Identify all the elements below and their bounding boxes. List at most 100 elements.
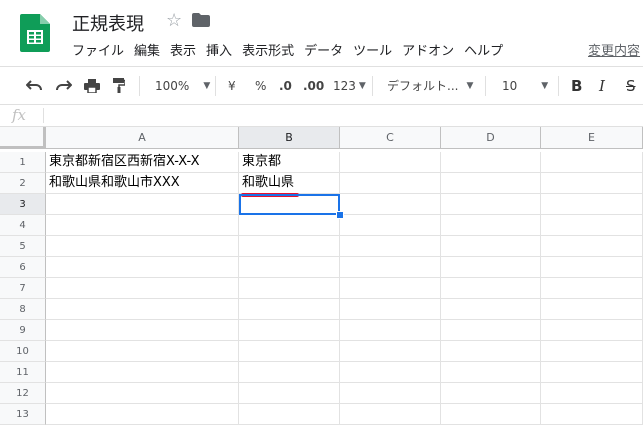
- menu-view[interactable]: 表示: [170, 40, 196, 60]
- menu-file[interactable]: ファイル: [72, 40, 124, 60]
- grid-cell[interactable]: [541, 278, 643, 299]
- grid-cell[interactable]: [239, 236, 340, 257]
- grid-cell[interactable]: [541, 383, 643, 404]
- row-header[interactable]: 7: [0, 278, 46, 299]
- grid-cell[interactable]: [46, 257, 239, 278]
- grid-cell[interactable]: [541, 194, 643, 215]
- grid-cell[interactable]: [46, 299, 239, 320]
- cell-a1[interactable]: 東京都新宿区西新宿X-X-X: [46, 152, 239, 173]
- grid-cell[interactable]: [239, 404, 340, 425]
- grid-cell[interactable]: [340, 215, 441, 236]
- menu-data[interactable]: データ: [304, 40, 343, 60]
- grid-cell[interactable]: [441, 278, 541, 299]
- menu-help[interactable]: ヘルプ: [464, 40, 503, 60]
- decrease-decimals-button[interactable]: .0: [279, 67, 292, 104]
- column-header-e[interactable]: E: [541, 127, 643, 149]
- grid-cell[interactable]: [541, 404, 643, 425]
- paint-format-icon[interactable]: [113, 67, 125, 104]
- grid-cell[interactable]: [46, 236, 239, 257]
- star-icon[interactable]: ☆: [166, 10, 182, 31]
- grid-cell[interactable]: [46, 194, 239, 215]
- increase-decimals-button[interactable]: .00: [303, 67, 324, 104]
- grid-cell[interactable]: [340, 341, 441, 362]
- font-select[interactable]: デフォルト... ▼: [387, 67, 473, 104]
- row-header[interactable]: 6: [0, 257, 46, 278]
- cell-a2[interactable]: 和歌山県和歌山市XXX: [46, 173, 239, 194]
- column-header-b[interactable]: B: [239, 127, 340, 149]
- grid-cell[interactable]: [441, 362, 541, 383]
- grid-cell[interactable]: [239, 257, 340, 278]
- fill-handle[interactable]: [336, 211, 344, 219]
- grid-cell[interactable]: [441, 299, 541, 320]
- grid-cell[interactable]: [46, 278, 239, 299]
- grid-cell[interactable]: [340, 404, 441, 425]
- cell-b2[interactable]: 和歌山県: [239, 173, 340, 194]
- grid-cell[interactable]: [441, 194, 541, 215]
- row-header[interactable]: 5: [0, 236, 46, 257]
- grid-cell[interactable]: [441, 320, 541, 341]
- zoom-select[interactable]: 100% ▼: [155, 67, 210, 104]
- grid-cell[interactable]: [541, 257, 643, 278]
- row-header[interactable]: 3: [0, 194, 46, 215]
- grid-cell[interactable]: [239, 299, 340, 320]
- grid-cell[interactable]: [340, 194, 441, 215]
- menu-addons[interactable]: アドオン: [402, 40, 454, 60]
- grid-cell[interactable]: [239, 362, 340, 383]
- menu-edit[interactable]: 編集: [134, 40, 160, 60]
- grid-cell[interactable]: [46, 404, 239, 425]
- grid-cell[interactable]: [46, 341, 239, 362]
- grid-cell[interactable]: [340, 299, 441, 320]
- grid-cell[interactable]: [441, 383, 541, 404]
- grid-cell[interactable]: [541, 320, 643, 341]
- menu-format[interactable]: 表示形式: [242, 40, 294, 60]
- italic-button[interactable]: I: [599, 67, 605, 104]
- grid-cell[interactable]: [239, 320, 340, 341]
- row-header[interactable]: 13: [0, 404, 46, 425]
- print-icon[interactable]: [84, 67, 100, 104]
- folder-icon[interactable]: [192, 12, 210, 31]
- grid-cell[interactable]: [340, 236, 441, 257]
- row-header[interactable]: 11: [0, 362, 46, 383]
- grid-cell[interactable]: [541, 362, 643, 383]
- menu-tools[interactable]: ツール: [353, 40, 392, 60]
- formula-bar[interactable]: [0, 104, 643, 127]
- grid-cell[interactable]: [541, 215, 643, 236]
- grid-cell[interactable]: [239, 278, 340, 299]
- cell-b1[interactable]: 東京都: [239, 152, 340, 173]
- grid-cell[interactable]: [46, 320, 239, 341]
- column-header-c[interactable]: C: [340, 127, 441, 149]
- row-header[interactable]: 8: [0, 299, 46, 320]
- row-header[interactable]: 4: [0, 215, 46, 236]
- row-header[interactable]: 12: [0, 383, 46, 404]
- grid-cell[interactable]: [441, 215, 541, 236]
- column-header-d[interactable]: D: [441, 127, 541, 149]
- grid-cell[interactable]: [441, 152, 541, 173]
- grid-cell[interactable]: [340, 320, 441, 341]
- redo-icon[interactable]: [56, 67, 72, 104]
- grid-cell[interactable]: [340, 383, 441, 404]
- row-header[interactable]: 9: [0, 320, 46, 341]
- more-formats-select[interactable]: 123 ▼: [333, 67, 366, 104]
- grid-cell[interactable]: [340, 362, 441, 383]
- sheets-logo-icon[interactable]: [20, 14, 50, 52]
- grid-cell[interactable]: [541, 341, 643, 362]
- active-cell-b3[interactable]: [239, 194, 340, 215]
- undo-icon[interactable]: [26, 67, 42, 104]
- grid-cell[interactable]: [46, 383, 239, 404]
- row-header[interactable]: 10: [0, 341, 46, 362]
- changes-link[interactable]: 変更内容: [588, 40, 640, 59]
- grid-cell[interactable]: [541, 299, 643, 320]
- grid-cell[interactable]: [340, 278, 441, 299]
- row-header[interactable]: 1: [0, 152, 46, 173]
- grid-cell[interactable]: [541, 152, 643, 173]
- grid-cell[interactable]: [239, 341, 340, 362]
- row-header[interactable]: 2: [0, 173, 46, 194]
- menu-insert[interactable]: 挿入: [206, 40, 232, 60]
- grid-cell[interactable]: [340, 173, 441, 194]
- grid-cell[interactable]: [239, 215, 340, 236]
- grid-cell[interactable]: [239, 383, 340, 404]
- grid-cell[interactable]: [541, 173, 643, 194]
- column-header-a[interactable]: A: [46, 127, 239, 149]
- grid-cell[interactable]: [441, 173, 541, 194]
- strikethrough-button[interactable]: S: [626, 67, 636, 104]
